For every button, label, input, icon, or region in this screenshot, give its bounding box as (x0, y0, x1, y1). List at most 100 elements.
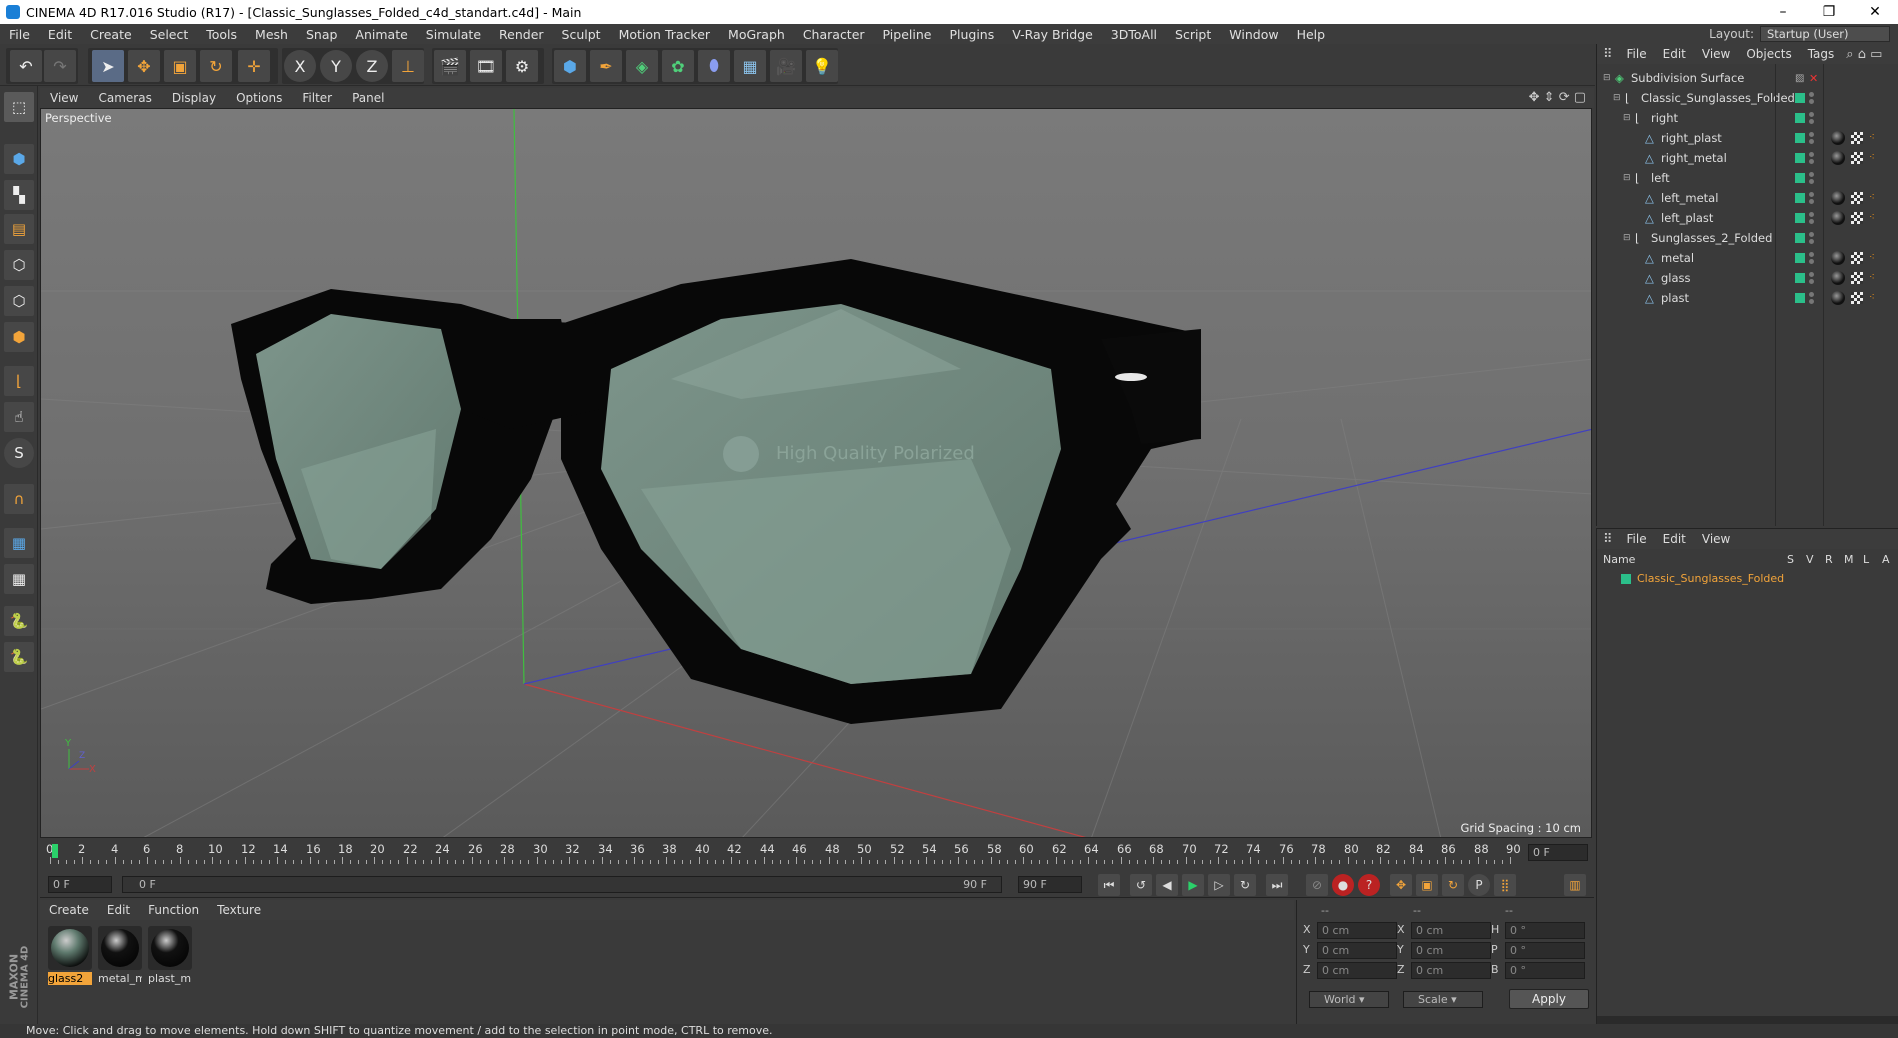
edges-icon[interactable]: ⬡ (4, 286, 34, 316)
phong-tag-icon[interactable]: ⁖ (1869, 212, 1877, 224)
render-dot-icon[interactable] (1809, 219, 1814, 224)
render-dot-icon[interactable] (1809, 299, 1814, 304)
timeline-ruler[interactable]: 0 2 4 6 8 10 12 14 16 18 20 22 24 26 28 30 32 34 36 38 40 42 4… (46, 842, 1521, 864)
material-label[interactable]: plast_m (148, 972, 192, 985)
play-icon[interactable]: ▶ (1182, 874, 1204, 896)
layer-menu-edit[interactable]: Edit (1655, 532, 1694, 546)
render-dot-icon[interactable] (1809, 279, 1814, 284)
record-icon[interactable]: ● (1332, 874, 1354, 896)
menu-v-ray-bridge[interactable]: V-Ray Bridge (1003, 27, 1102, 42)
layer-color-icon[interactable] (1795, 273, 1805, 283)
menu-character[interactable]: Character (794, 27, 874, 42)
cube-icon[interactable]: ⬢ (554, 50, 586, 82)
render-dot-icon[interactable] (1809, 159, 1814, 164)
layer-color-icon[interactable] (1795, 93, 1805, 103)
coord-value-field[interactable]: 0 ° (1505, 962, 1585, 979)
viewport-menu-filter[interactable]: Filter (292, 91, 342, 105)
phong-tag-icon[interactable]: ⁖ (1869, 132, 1877, 144)
menu-create[interactable]: Create (81, 27, 141, 42)
uvw-tag-icon[interactable] (1851, 152, 1863, 164)
pen-icon[interactable]: ✒ (590, 50, 622, 82)
subdivision-icon[interactable]: ◈ (626, 50, 658, 82)
material-tag-icon[interactable] (1831, 251, 1845, 265)
render-picture-queue-icon[interactable]: 🎞 (470, 50, 502, 82)
visibility-dot-icon[interactable] (1809, 232, 1814, 237)
material-label[interactable]: glass2 (48, 972, 92, 985)
redo-icon[interactable]: ↷ (44, 50, 76, 82)
model-mode-icon[interactable]: ⬚ (4, 92, 34, 122)
key-scale-icon[interactable]: ▣ (1416, 874, 1438, 896)
coord-value-field[interactable]: 0 cm (1411, 942, 1491, 959)
menu-window[interactable]: Window (1220, 27, 1287, 42)
menu-plugins[interactable]: Plugins (940, 27, 1003, 42)
coord-value-field[interactable]: 0 cm (1317, 922, 1397, 939)
viewport-perspective[interactable]: High Quality Polarized Y X Z Perspective… (40, 108, 1592, 838)
floor-icon[interactable]: ▦ (734, 50, 766, 82)
material-swatch[interactable] (148, 926, 192, 970)
uvw-tag-icon[interactable] (1851, 252, 1863, 264)
viewport-menu-panel[interactable]: Panel (342, 91, 394, 105)
menu-mograph[interactable]: MoGraph (719, 27, 794, 42)
object-row[interactable]: △ left_metal ⁖ (1597, 188, 1898, 208)
undo-icon[interactable]: ↶ (10, 50, 42, 82)
menu-3dtoall[interactable]: 3DToAll (1102, 27, 1166, 42)
layer-color-icon[interactable] (1795, 113, 1805, 123)
visibility-dot-icon[interactable] (1809, 152, 1814, 157)
visibility-dot-icon[interactable] (1809, 172, 1814, 177)
object-row[interactable]: △ left_plast ⁖ (1597, 208, 1898, 228)
layer-color-icon[interactable] (1795, 233, 1805, 243)
object-menu-objects[interactable]: Objects (1738, 47, 1799, 61)
expand-toggle-icon[interactable]: ⊟ (1623, 113, 1631, 123)
layer-color-icon[interactable] (1795, 253, 1805, 263)
prev-frame-icon[interactable]: ◀ (1156, 874, 1178, 896)
key-move-icon[interactable]: ✥ (1390, 874, 1412, 896)
material-tag-icon[interactable] (1831, 151, 1845, 165)
menu-file[interactable]: File (0, 27, 39, 42)
material-menu-function[interactable]: Function (139, 903, 208, 917)
polygons-icon[interactable]: ⬢ (4, 322, 34, 352)
layer-row[interactable]: Classic_Sunglasses_Folded (1605, 571, 1895, 587)
magnet-icon[interactable]: ∩ (4, 484, 34, 514)
render-dot-icon[interactable] (1809, 239, 1814, 244)
uvw-tag-icon[interactable] (1851, 292, 1863, 304)
visibility-dot-icon[interactable] (1809, 212, 1814, 217)
close-button[interactable]: ✕ (1852, 0, 1898, 24)
visibility-dot-icon[interactable] (1809, 252, 1814, 257)
coord-system-icon[interactable]: ⊥ (392, 50, 424, 82)
visibility-dot-icon[interactable] (1809, 292, 1814, 297)
expand-toggle-icon[interactable]: ⊟ (1613, 93, 1621, 103)
go-to-start-icon[interactable]: ⏮ (1098, 874, 1120, 896)
key-pla-icon[interactable]: ⣿ (1494, 874, 1516, 896)
expand-toggle-icon[interactable]: ⊟ (1603, 73, 1611, 83)
x-axis-icon[interactable]: X (284, 50, 316, 82)
scale-icon[interactable]: ▣ (164, 50, 196, 82)
menu-mesh[interactable]: Mesh (246, 27, 297, 42)
object-menu-tags[interactable]: Tags (1800, 47, 1843, 61)
material-menu-texture[interactable]: Texture (208, 903, 270, 917)
move-icon[interactable]: ✥ (128, 50, 160, 82)
key-param-icon[interactable]: P (1468, 874, 1490, 896)
loop-back-icon[interactable]: ↺ (1130, 874, 1152, 896)
menu-snap[interactable]: Snap (297, 27, 346, 42)
coord-value-field[interactable]: 0 ° (1505, 922, 1585, 939)
object-row[interactable]: △ right_plast ⁖ (1597, 128, 1898, 148)
layer-color-icon[interactable] (1795, 153, 1805, 163)
material-tag-icon[interactable] (1831, 191, 1845, 205)
uvw-tag-icon[interactable] (1851, 192, 1863, 204)
live-select-icon[interactable]: ✛ (238, 50, 270, 82)
object-row[interactable]: △ glass ⁖ (1597, 268, 1898, 288)
solo-icon[interactable]: S (4, 438, 34, 468)
visibility-dot-icon[interactable] (1809, 112, 1814, 117)
go-to-end-icon[interactable]: ⏭ (1266, 874, 1288, 896)
viewport-menu-view[interactable]: View (40, 91, 88, 105)
visibility-dot-icon[interactable] (1809, 92, 1814, 97)
object-menu-file[interactable]: File (1619, 47, 1655, 61)
material-tag-icon[interactable] (1831, 131, 1845, 145)
end-frame-field[interactable]: 90 F (1018, 876, 1082, 893)
rotate-icon[interactable]: ↻ (200, 50, 232, 82)
material-tag-icon[interactable] (1831, 291, 1845, 305)
phong-tag-icon[interactable]: ⁖ (1869, 152, 1877, 164)
coord-value-field[interactable]: 0 cm (1411, 962, 1491, 979)
viewport-nav-icons[interactable]: ✥ ⇕ ⟳ ▢ (1529, 90, 1586, 105)
render-toggle-icon[interactable]: ▨ (1795, 73, 1804, 84)
